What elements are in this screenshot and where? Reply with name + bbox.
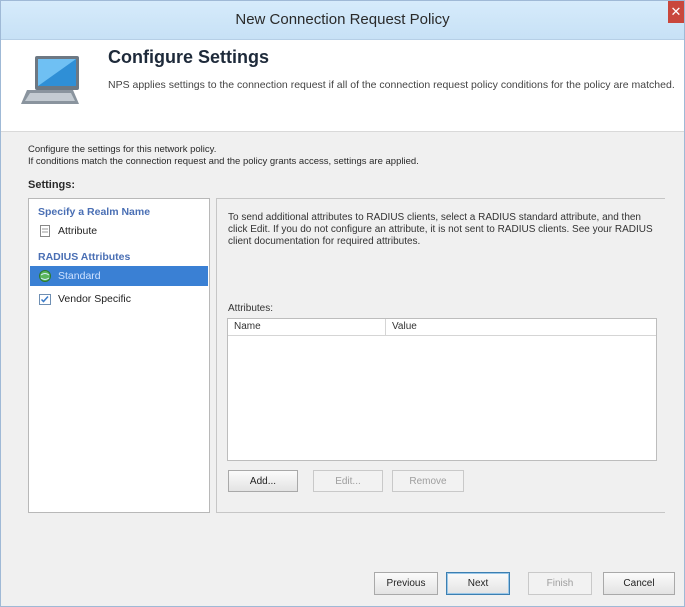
group-header-realm: Specify a Realm Name (38, 206, 151, 218)
page-title: Configure Settings (108, 47, 269, 67)
column-header-value[interactable]: Value (386, 319, 656, 335)
intro-line-1: Configure the settings for this network … (28, 144, 217, 155)
nav-item-standard-label: Standard (58, 270, 101, 282)
details-description: To send additional attributes to RADIUS … (228, 212, 653, 247)
add-button[interactable]: Add... (228, 470, 298, 492)
document-icon (40, 225, 50, 238)
attributes-label: Attributes: (228, 303, 274, 314)
cancel-button[interactable]: Cancel (603, 572, 675, 595)
settings-nav: Specify a Realm Name Attribute RADIUS At… (28, 198, 210, 513)
next-button[interactable]: Next (446, 572, 510, 595)
intro-line-2: If conditions match the connection reque… (28, 156, 419, 167)
wizard-header: Configure Settings NPS applies settings … (1, 40, 684, 132)
edit-button[interactable]: Edit... (313, 470, 383, 492)
intro-text: Configure the settings for this network … (28, 144, 648, 168)
dialog-window: New Connection Request Policy ✕ Configur… (0, 0, 685, 607)
previous-button[interactable]: Previous (374, 572, 438, 595)
nav-item-vendor-specific-label: Vendor Specific (58, 293, 131, 305)
nav-item-vendor-specific[interactable]: Vendor Specific (38, 289, 208, 309)
globe-icon (39, 270, 51, 283)
remove-button[interactable]: Remove (392, 470, 464, 492)
title-bar: New Connection Request Policy ✕ (1, 1, 684, 40)
nav-item-attribute-label: Attribute (58, 225, 98, 237)
page-description: NPS applies settings to the connection r… (108, 79, 675, 91)
checklist-icon (39, 294, 51, 306)
table-header: Name Value (228, 319, 656, 336)
monitor-icon (21, 56, 79, 104)
settings-label: Settings: (28, 179, 76, 191)
details-panel: To send additional attributes to RADIUS … (216, 198, 665, 513)
nav-item-standard[interactable]: Standard (30, 266, 208, 286)
column-header-name[interactable]: Name (228, 319, 386, 335)
window-title: New Connection Request Policy (235, 11, 450, 28)
finish-button[interactable]: Finish (528, 572, 592, 595)
attributes-table[interactable]: Name Value (227, 318, 657, 461)
close-button[interactable]: ✕ (668, 1, 684, 23)
nav-item-attribute[interactable]: Attribute (38, 221, 208, 241)
group-header-radius: RADIUS Attributes (38, 251, 131, 263)
